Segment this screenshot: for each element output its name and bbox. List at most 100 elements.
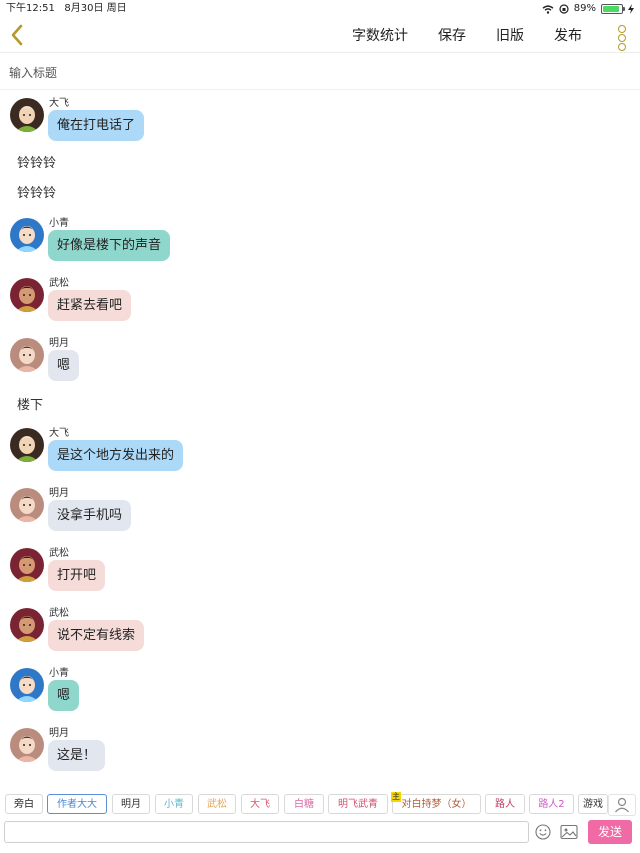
message-bubble[interactable]: 说不定有线索	[48, 620, 145, 651]
character-chip[interactable]: 旁白	[5, 794, 43, 814]
character-chip[interactable]: 游戏	[578, 794, 608, 814]
character-chip-label: 白糖	[294, 799, 314, 810]
avatar[interactable]	[10, 668, 44, 702]
word-count-button[interactable]: 字数统计	[352, 25, 408, 45]
avatar-image	[10, 338, 44, 372]
main-character-badge: 主	[391, 792, 401, 802]
character-chip-label: 路人	[495, 799, 515, 810]
speaker-name: 大飞	[49, 98, 69, 109]
message-bubble[interactable]: 是这个地方发出来的	[48, 440, 184, 471]
compose-bar: 发送	[0, 820, 640, 850]
avatar[interactable]	[10, 488, 44, 522]
character-chip-label: 对白持梦（女）	[401, 799, 472, 810]
character-chip[interactable]: 作者大大	[47, 794, 107, 814]
speaker-name: 武松	[49, 608, 69, 619]
narration-text[interactable]: 铃铃铃	[17, 182, 56, 201]
character-chip-label: 大飞	[250, 799, 270, 810]
send-button[interactable]: 发送	[588, 820, 632, 844]
character-chip-label: 路人2	[538, 799, 565, 810]
top-nav-bar: 字数统计 保存 旧版 发布	[0, 18, 640, 53]
avatar-image	[10, 218, 44, 252]
charging-bolt-icon	[628, 4, 634, 14]
avatar-image	[10, 278, 44, 312]
speaker-name: 明月	[49, 728, 69, 739]
battery-level	[603, 6, 620, 12]
avatar[interactable]	[10, 98, 44, 132]
speaker-name: 明月	[49, 488, 69, 499]
character-chip-label: 武松	[207, 799, 227, 810]
status-time-date: 下午12:51 8月30日 周日	[6, 0, 127, 18]
character-chip[interactable]: 路人	[485, 794, 525, 814]
avatar[interactable]	[10, 728, 44, 762]
nav-actions: 字数统计 保存 旧版 发布	[322, 18, 582, 52]
avatar[interactable]	[10, 428, 44, 462]
avatar-image	[10, 98, 44, 132]
avatar-image	[10, 548, 44, 582]
speaker-name: 大飞	[49, 428, 69, 439]
message-bubble[interactable]: 没拿手机吗	[48, 500, 132, 531]
character-chip[interactable]: 大飞	[241, 794, 279, 814]
character-chip-label: 明月	[121, 799, 141, 810]
back-button[interactable]	[6, 21, 28, 49]
speaker-name: 小青	[49, 218, 69, 229]
wifi-icon	[542, 4, 554, 14]
character-chip-label: 小青	[164, 799, 184, 810]
message-bubble[interactable]: 俺在打电话了	[48, 110, 145, 141]
avatar[interactable]	[10, 278, 44, 312]
rotation-lock-icon	[559, 4, 569, 14]
avatar-image	[10, 668, 44, 702]
chat-feed[interactable]: 大飞 俺在打电话了 铃铃铃 铃铃铃 小青 好像是楼下的声音 武松 赶紧去看吧 明月嗯楼下 大飞 是这…	[0, 90, 640, 790]
status-bar: 下午12:51 8月30日 周日 89%	[0, 0, 640, 18]
publish-button[interactable]: 发布	[554, 25, 582, 45]
avatar-image	[10, 428, 44, 462]
character-chip[interactable]: 白糖	[284, 794, 324, 814]
avatar-image	[10, 728, 44, 762]
battery-icon	[601, 4, 625, 14]
vertical-dots-icon	[612, 21, 632, 51]
avatar-image	[10, 488, 44, 522]
status-time: 下午12:51	[6, 3, 55, 14]
speaker-name: 武松	[49, 548, 69, 559]
chevron-left-icon	[11, 24, 23, 46]
character-chip[interactable]: 明飞武青	[328, 794, 388, 814]
old-version-button[interactable]: 旧版	[496, 25, 524, 45]
battery-percent: 89%	[573, 3, 596, 14]
speaker-name: 武松	[49, 278, 69, 289]
character-chip[interactable]: 主对白持梦（女）	[391, 792, 481, 814]
character-chip[interactable]: 小青	[155, 794, 193, 814]
status-date: 8月30日 周日	[64, 3, 127, 14]
character-chip-label: 作者大大	[57, 799, 97, 810]
character-chip[interactable]: 路人2	[529, 794, 574, 814]
user-icon	[615, 797, 629, 813]
message-bubble[interactable]: 好像是楼下的声音	[48, 230, 171, 261]
avatar[interactable]	[10, 218, 44, 252]
message-bubble[interactable]: 嗯	[48, 680, 80, 711]
avatar[interactable]	[10, 548, 44, 582]
character-chip[interactable]: 明月	[112, 794, 150, 814]
character-chip[interactable]: 武松	[198, 794, 236, 814]
narration-text[interactable]: 铃铃铃	[17, 152, 56, 171]
title-input-row[interactable]: 输入标题	[0, 53, 640, 90]
speaker-name: 明月	[49, 338, 69, 349]
image-icon[interactable]	[560, 824, 578, 840]
more-menu-button[interactable]	[612, 21, 632, 51]
message-input[interactable]	[4, 821, 529, 843]
save-button[interactable]: 保存	[438, 25, 466, 45]
message-bubble[interactable]: 打开吧	[48, 560, 106, 591]
character-selector: 游戏 路人2 路人 主对白持梦（女） 明飞武青 白糖 大飞 武松 小青 明月 作者大大 旁白	[0, 792, 640, 818]
message-bubble[interactable]: 嗯	[48, 350, 80, 381]
message-bubble[interactable]: 赶紧去看吧	[48, 290, 132, 321]
character-chip-label: 游戏	[583, 799, 603, 810]
character-manage-button[interactable]	[608, 794, 636, 816]
speaker-name: 小青	[49, 668, 69, 679]
title-input[interactable]: 输入标题	[9, 64, 57, 81]
character-chip-label: 旁白	[14, 799, 34, 810]
avatar-image	[10, 608, 44, 642]
smiley-icon[interactable]	[535, 824, 551, 840]
narration-text[interactable]: 楼下	[17, 394, 43, 413]
avatar[interactable]	[10, 338, 44, 372]
status-indicators: 89%	[542, 0, 634, 18]
avatar[interactable]	[10, 608, 44, 642]
message-bubble[interactable]: 这是！	[48, 740, 106, 771]
character-chip-label: 明飞武青	[338, 799, 378, 810]
